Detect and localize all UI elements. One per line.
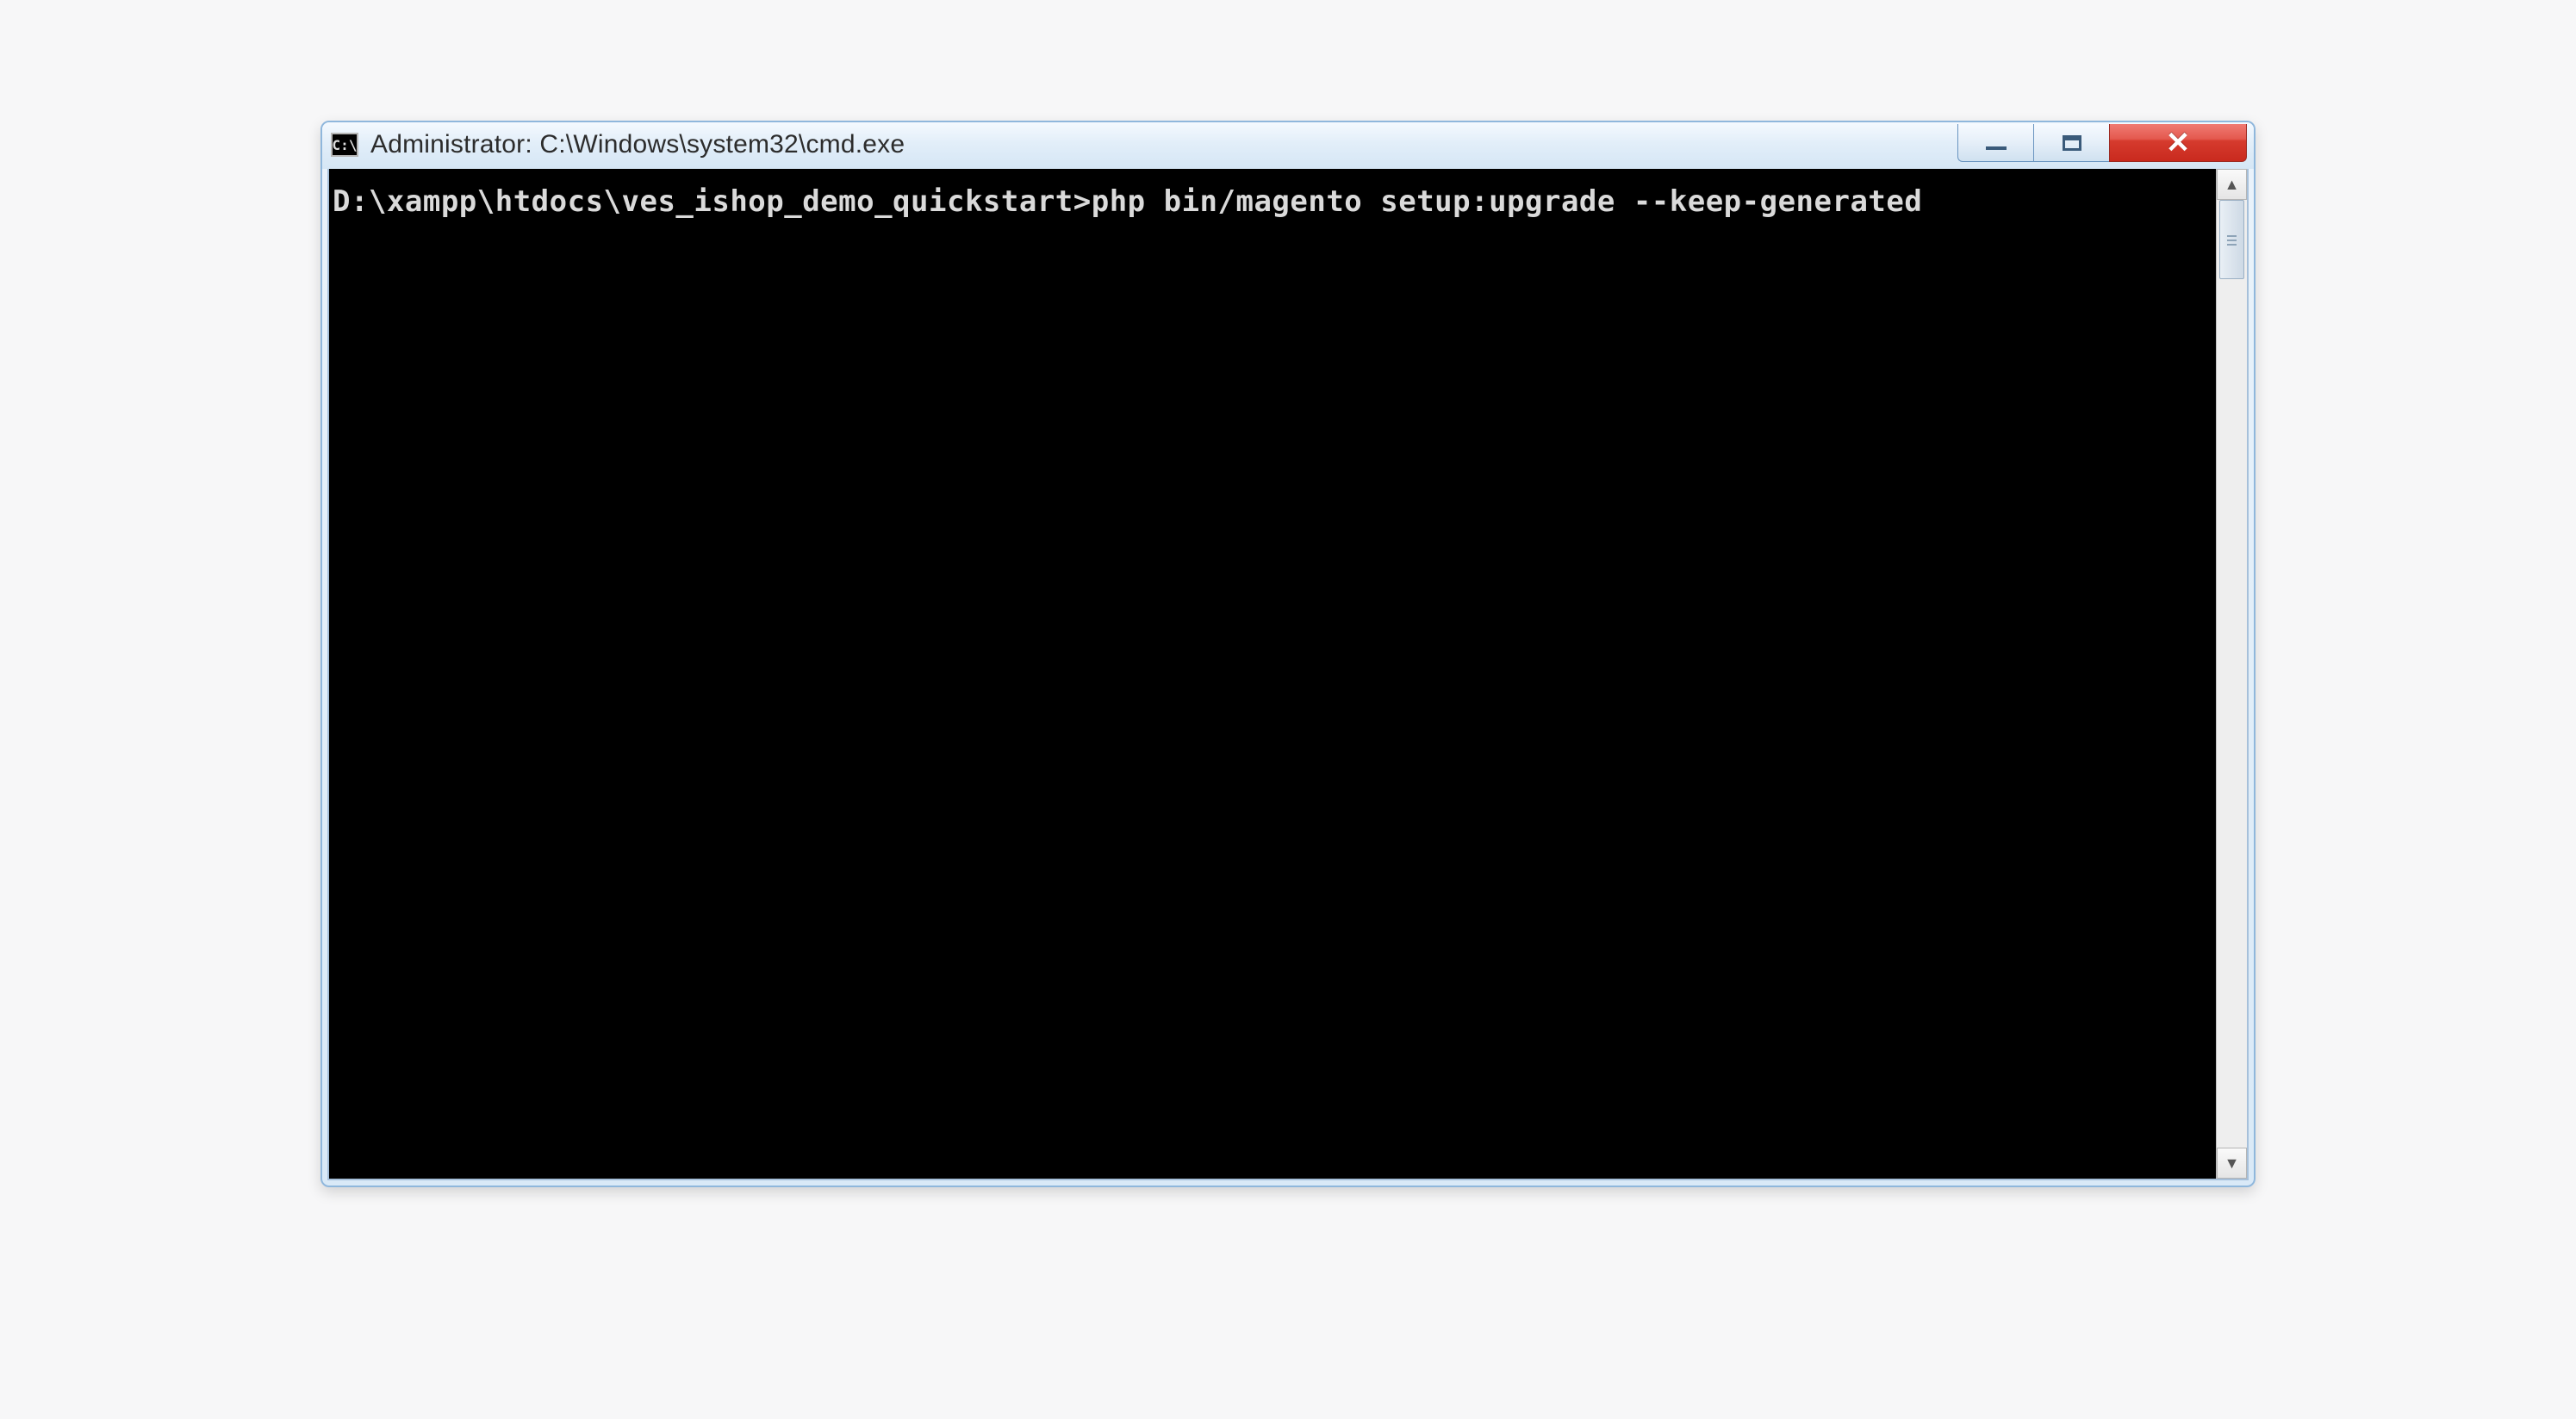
minimize-button[interactable] — [1957, 124, 2033, 162]
cmd-window: C:\ Administrator: C:\Windows\system32\c… — [320, 121, 2256, 1187]
scroll-up-button[interactable]: ▲ — [2217, 169, 2247, 200]
terminal-output[interactable]: D:\xampp\htdocs\ves_ishop_demo_quickstar… — [329, 169, 2216, 1179]
chevron-up-icon: ▲ — [2224, 176, 2240, 194]
vertical-scrollbar[interactable]: ▲ ▼ — [2216, 169, 2247, 1179]
scroll-down-button[interactable]: ▼ — [2217, 1148, 2247, 1179]
cmd-icon: C:\ — [331, 133, 358, 157]
maximize-button[interactable] — [2033, 124, 2109, 162]
cmd-icon-label: C:\ — [333, 137, 358, 153]
scrollbar-thumb[interactable] — [2219, 200, 2244, 279]
scrollbar-track[interactable] — [2217, 200, 2247, 1148]
window-title: Administrator: C:\Windows\system32\cmd.e… — [370, 130, 1957, 159]
content-area: D:\xampp\htdocs\ves_ishop_demo_quickstar… — [327, 169, 2249, 1180]
maximize-icon — [2063, 135, 2081, 151]
prompt-text: D:\xampp\htdocs\ves_ishop_demo_quickstar… — [333, 184, 1092, 219]
minimize-icon — [1986, 146, 2007, 150]
close-icon: ✕ — [2166, 128, 2191, 158]
window-controls: ✕ — [1957, 124, 2247, 162]
chevron-down-icon: ▼ — [2224, 1154, 2240, 1173]
close-button[interactable]: ✕ — [2109, 124, 2247, 162]
titlebar[interactable]: C:\ Administrator: C:\Windows\system32\c… — [322, 122, 2254, 169]
command-text: php bin/magento setup:upgrade --keep-gen… — [1092, 184, 1923, 219]
